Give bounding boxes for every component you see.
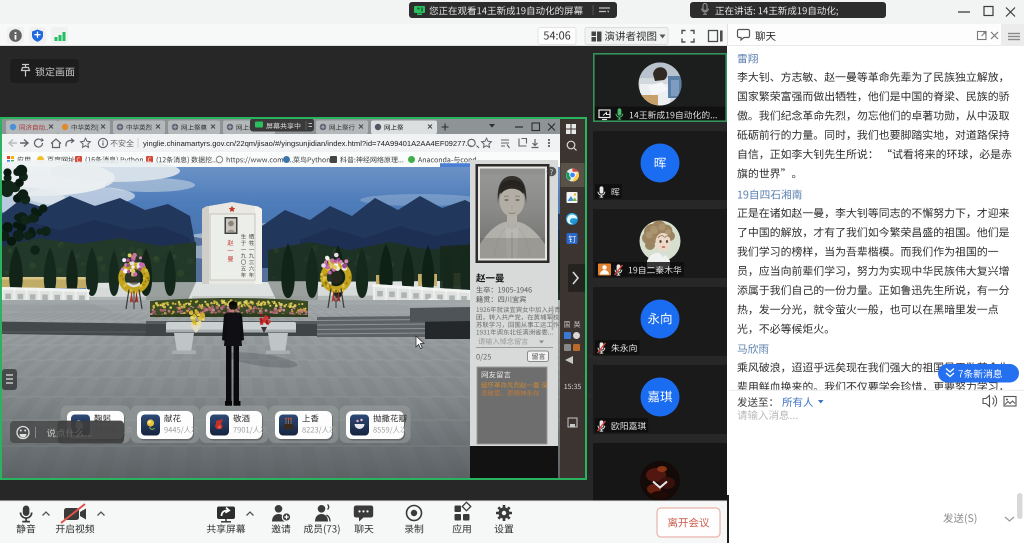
svg-text:yinglie.chinamartyrs.gov.cn/22: yinglie.chinamartyrs.gov.cn/22qm/jisao/#… [143, 139, 472, 148]
